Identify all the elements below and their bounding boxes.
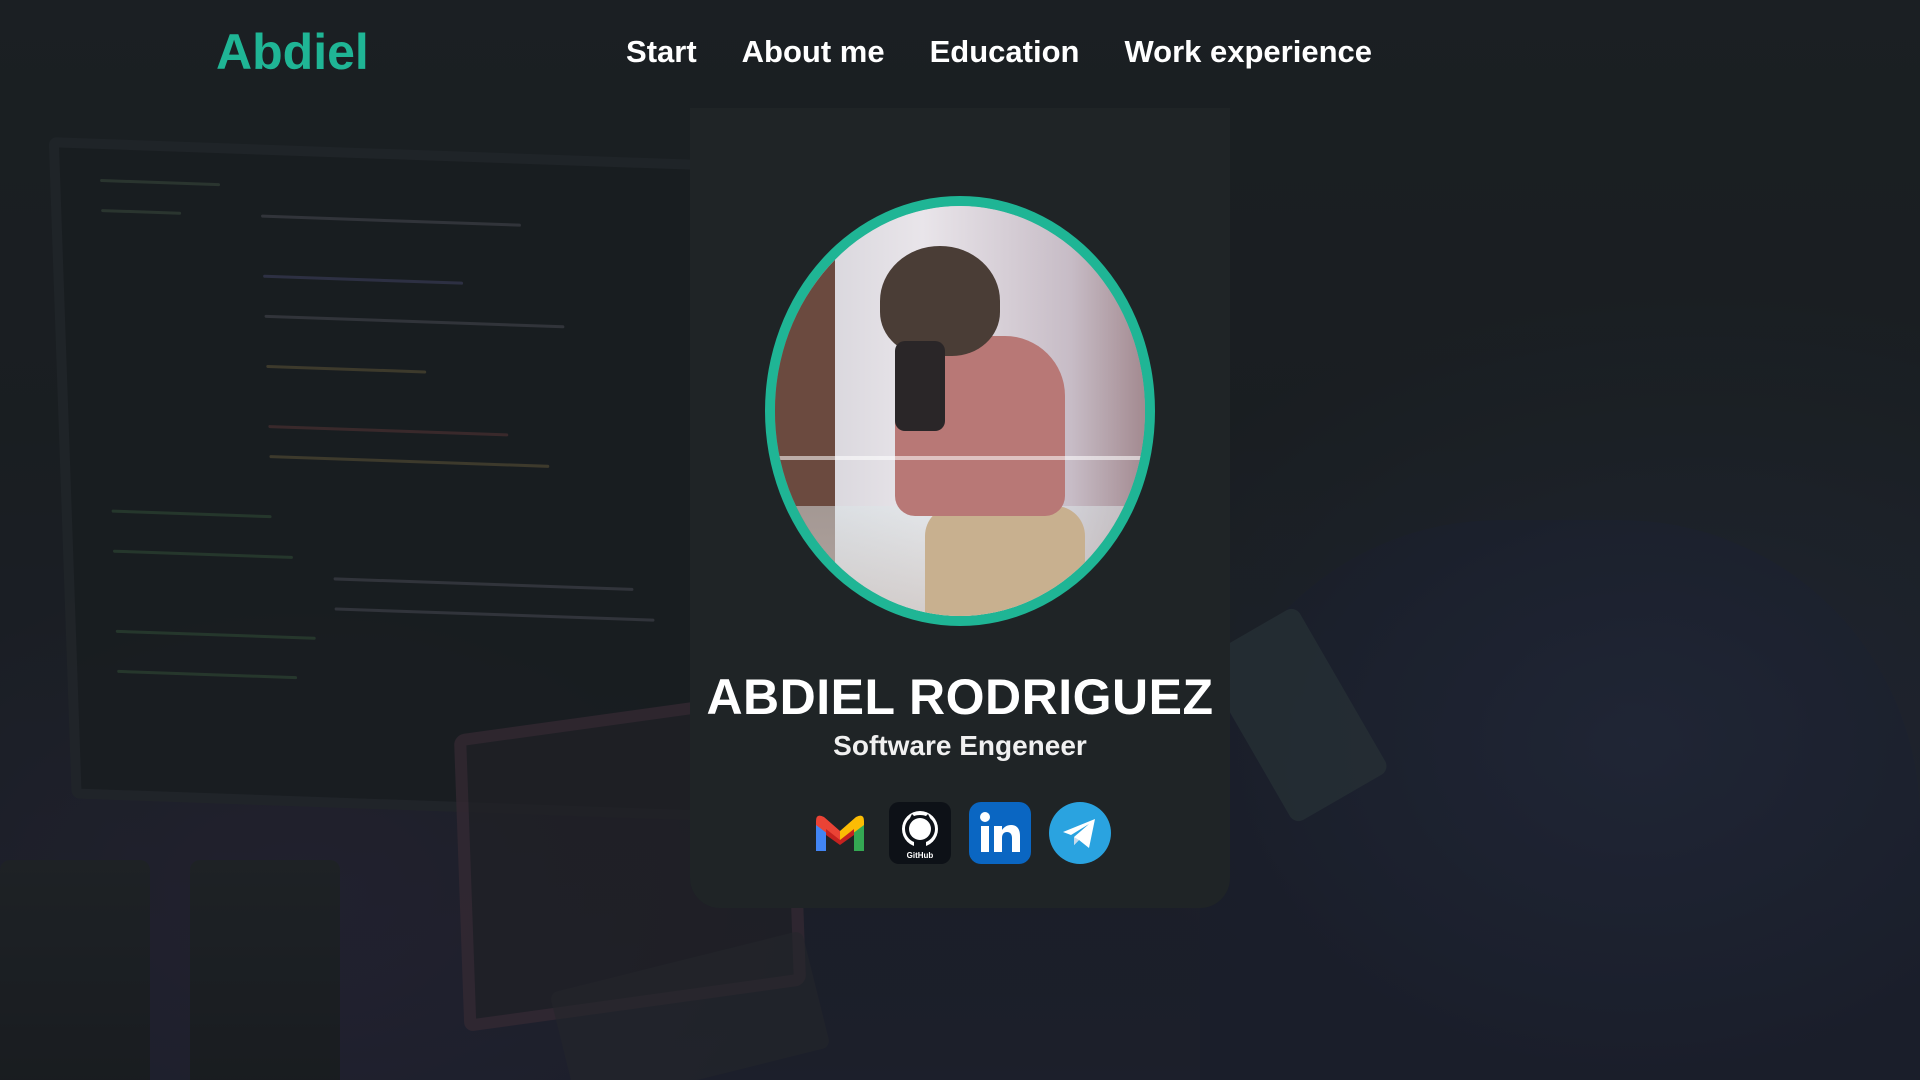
profile-name: ABDIEL RODRIGUEZ bbox=[706, 669, 1214, 725]
site-header: Abdiel Start About me Education Work exp… bbox=[0, 0, 1920, 104]
telegram-link[interactable] bbox=[1049, 802, 1111, 864]
github-icon: GitHub bbox=[889, 802, 951, 864]
avatar bbox=[765, 196, 1155, 626]
nav-link-work-experience[interactable]: Work experience bbox=[1124, 34, 1372, 70]
gmail-icon bbox=[816, 815, 864, 851]
profile-card: ABDIEL RODRIGUEZ Software Engeneer GitHu… bbox=[690, 108, 1230, 908]
social-links: GitHub bbox=[809, 802, 1111, 864]
nav-link-education[interactable]: Education bbox=[930, 34, 1080, 70]
linkedin-icon bbox=[969, 802, 1031, 864]
gmail-link[interactable] bbox=[809, 802, 871, 864]
nav-link-about-me[interactable]: About me bbox=[742, 34, 885, 70]
linkedin-link[interactable] bbox=[969, 802, 1031, 864]
github-link[interactable]: GitHub bbox=[889, 802, 951, 864]
main-nav: Start About me Education Work experience bbox=[626, 34, 1372, 70]
telegram-icon bbox=[1049, 802, 1111, 864]
profile-role: Software Engeneer bbox=[833, 730, 1087, 761]
nav-link-start[interactable]: Start bbox=[626, 34, 697, 70]
github-badge-label: GitHub bbox=[907, 851, 934, 860]
brand-logo[interactable]: Abdiel bbox=[216, 23, 369, 81]
